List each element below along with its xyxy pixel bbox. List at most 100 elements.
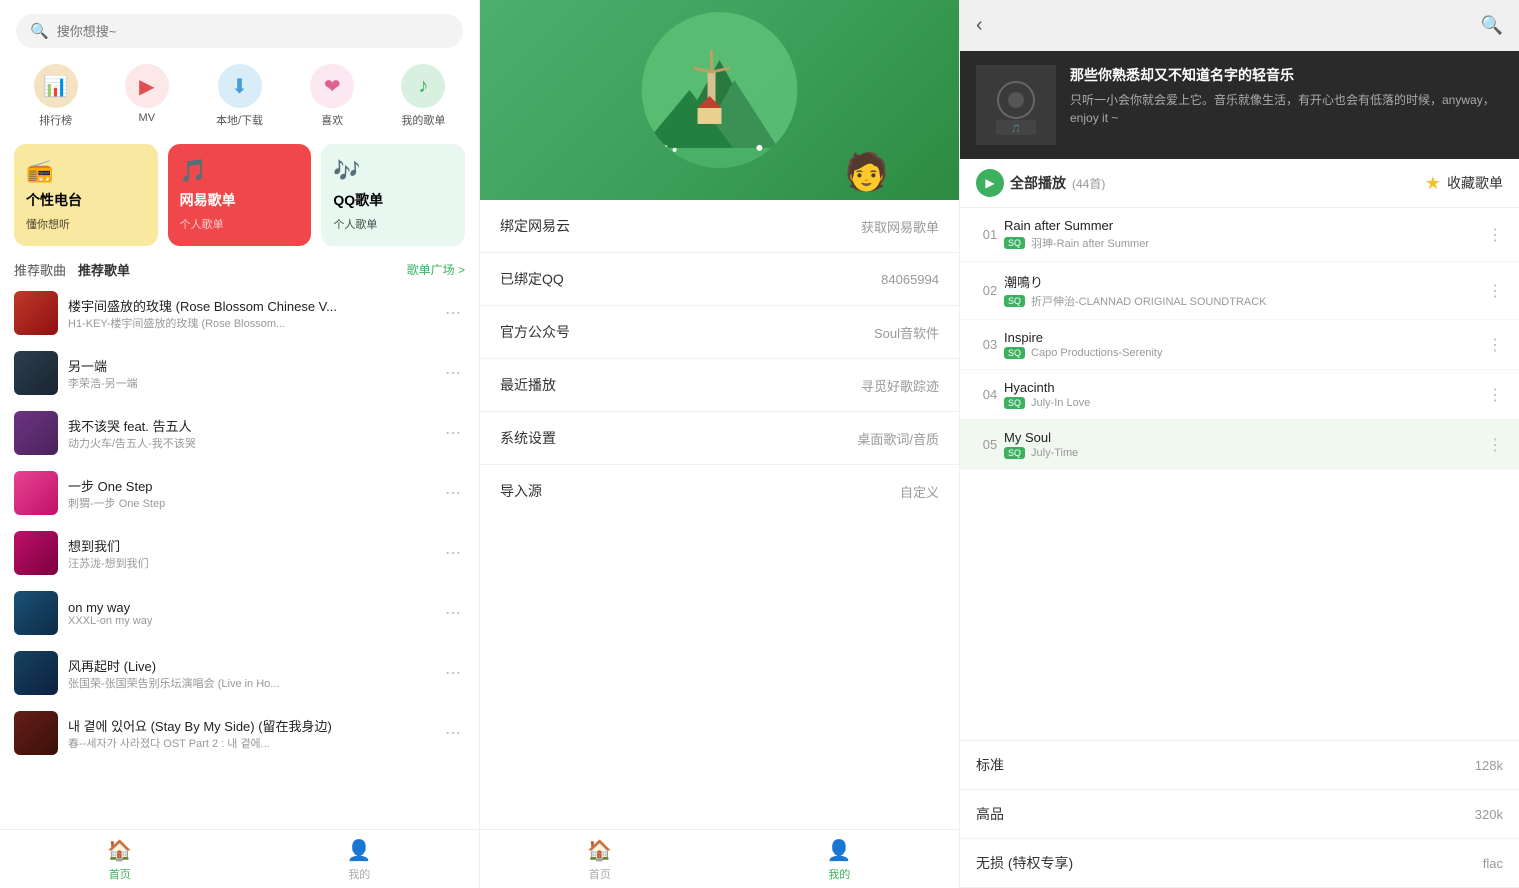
qq-title: QQ歌单 [333,190,383,210]
search-input[interactable] [57,24,449,39]
song-item-7[interactable]: 风再起时 (Live) 张国荣-张国荣告别乐坛演唱会 (Live in Ho..… [0,643,479,703]
song-item-8[interactable]: 내 곁에 있어요 (Stay By My Side) (留在我身边) 春--세자… [0,703,479,763]
playlist-qq[interactable]: 🎶 QQ歌单 个人歌单 [321,144,465,246]
collect-button[interactable]: ★ 收藏歌单 [1425,173,1503,194]
netease-sub: 个人歌单 [180,216,224,232]
right-search-icon[interactable]: 🔍 [1481,15,1503,36]
track-item-4[interactable]: 04 Hyacinth SQ July-In Love ⋮ [960,370,1519,420]
quality-high-size: 320k [1475,807,1503,822]
track-more-3[interactable]: ⋮ [1487,335,1503,355]
quality-lossless[interactable]: 无损 (特权专享) flac [960,839,1519,888]
qq-icon: 🎶 [333,158,360,184]
search-bar[interactable]: 🔍 [16,14,463,48]
track-num-4: 04 [976,387,1004,402]
right-panel: ‹ 🔍 🎵 那些你熟悉却又不知道名字的轻音乐 只听一小会你就会爱上它。音乐就像生… [960,0,1519,888]
middle-home-icon: 🏠 [587,838,612,863]
nav-icons: 📊 排行榜 ▶ MV ⬇ 本地/下载 ❤ 喜欢 ♪ 我的歌单 [0,58,479,138]
track-more-2[interactable]: ⋮ [1487,281,1503,301]
quality-standard-label: 标准 [976,755,1004,775]
track-artist-row-5: SQ July-Time [1004,447,1487,459]
song-artist-7: 张国荣-张国荣告别乐坛演唱会 (Live in Ho... [68,675,431,691]
star-icon: ★ [1425,173,1441,194]
tab-playlist[interactable]: 推荐歌单 [78,260,130,279]
track-title-4: Hyacinth [1004,380,1487,395]
track-artist-3: Capo Productions-Serenity [1031,347,1162,359]
menu-import[interactable]: 导入源 自定义 [480,465,959,515]
section-header: 推荐歌曲 推荐歌单 歌单广场 > [0,252,479,283]
nav-mysongs[interactable]: ♪ 我的歌单 [401,64,445,128]
quality-high[interactable]: 高品 320k [960,790,1519,839]
track-list: 01 Rain after Summer SQ 羽珅-Rain after Su… [960,208,1519,740]
middle-nav-mine[interactable]: 👤 我的 [720,838,960,882]
middle-home-label: 首页 [589,866,611,882]
cover-svg: 🎵 [976,65,1056,145]
song-title-6: on my way [68,600,431,615]
playlist-netease[interactable]: 🎵 网易歌单 个人歌单 [168,144,312,246]
song-thumb-4 [14,471,58,515]
menu-bound-qq[interactable]: 已绑定QQ 84065994 [480,253,959,306]
track-item-5[interactable]: 05 My Soul SQ July-Time ⋮ [960,420,1519,470]
track-item-3[interactable]: 03 Inspire SQ Capo Productions-Serenity … [960,320,1519,370]
playlist-desc: 那些你熟悉却又不知道名字的轻音乐 只听一小会你就会爱上它。音乐就像生活，有开心也… [1070,65,1503,127]
menu-recent-label: 最近播放 [500,375,556,395]
left-nav-mine[interactable]: 👤 我的 [240,838,480,882]
playlist-radio[interactable]: 📻 个性电台 懂你想听 [14,144,158,246]
track-artist-4: July-In Love [1031,397,1090,409]
menu-official-label: 官方公众号 [500,322,570,342]
song-more-7[interactable]: ⋯ [441,659,465,687]
menu-official[interactable]: 官方公众号 Soul音软件 [480,306,959,359]
menu-official-right: Soul音软件 [874,323,939,342]
nav-favorites[interactable]: ❤ 喜欢 [310,64,354,128]
right-header: ‹ 🔍 [960,0,1519,51]
playlist-cover: 🎵 [976,65,1056,145]
menu-bind-netease[interactable]: 绑定网易云 获取网易歌单 [480,200,959,253]
track-more-4[interactable]: ⋮ [1487,385,1503,405]
song-more-6[interactable]: ⋯ [441,599,465,627]
nav-mv[interactable]: ▶ MV [125,64,169,128]
song-item-5[interactable]: 想到我们 汪苏泷-想到我们 ⋯ [0,523,479,583]
song-item-3[interactable]: 我不该哭 feat. 告五人 动力火车/告五人-我不该哭 ⋯ [0,403,479,463]
song-title-1: 楼宇间盛放的玫瑰 (Rose Blossom Chinese V... [68,296,431,315]
song-more-4[interactable]: ⋯ [441,479,465,507]
song-info-1: 楼宇间盛放的玫瑰 (Rose Blossom Chinese V... H1-K… [68,296,431,331]
song-item-4[interactable]: 一步 One Step 刺猬-一步 One Step ⋯ [0,463,479,523]
track-item-1[interactable]: 01 Rain after Summer SQ 羽珅-Rain after Su… [960,208,1519,262]
song-more-1[interactable]: ⋯ [441,299,465,327]
track-more-1[interactable]: ⋮ [1487,225,1503,245]
nav-charts[interactable]: 📊 排行榜 [34,64,78,128]
song-more-8[interactable]: ⋯ [441,719,465,747]
track-item-2[interactable]: 02 潮鳴り SQ 折戸伸治-CLANNAD ORIGINAL SOUNDTRA… [960,262,1519,320]
left-nav-home[interactable]: 🏠 首页 [0,838,240,882]
playlist-row: 📻 个性电台 懂你想听 🎵 网易歌单 个人歌单 🎶 QQ歌单 个人歌单 [0,138,479,252]
back-icon[interactable]: ‹ [976,14,983,37]
radio-icon: 📻 [26,158,53,184]
menu-settings[interactable]: 系统设置 桌面歌词/音质 [480,412,959,465]
quality-standard[interactable]: 标准 128k [960,741,1519,790]
song-more-5[interactable]: ⋯ [441,539,465,567]
song-item-2[interactable]: 另一端 李荣浩-另一端 ⋯ [0,343,479,403]
song-more-3[interactable]: ⋯ [441,419,465,447]
song-item-1[interactable]: 楼宇间盛放的玫瑰 (Rose Blossom Chinese V... H1-K… [0,283,479,343]
track-more-5[interactable]: ⋮ [1487,435,1503,455]
middle-mine-label: 我的 [828,866,850,882]
section-link[interactable]: 歌单广场 > [407,261,465,278]
play-all-count: (44首) [1072,175,1105,192]
song-more-2[interactable]: ⋯ [441,359,465,387]
track-artist-row-4: SQ July-In Love [1004,397,1487,409]
netease-title: 网易歌单 [180,190,236,210]
track-artist-row-1: SQ 羽珅-Rain after Summer [1004,235,1487,251]
track-info-4: Hyacinth SQ July-In Love [1004,380,1487,409]
play-all-button[interactable]: ▶ 全部播放 (44首) [976,169,1105,197]
tab-recommend[interactable]: 推荐歌曲 [14,260,66,279]
menu-recent[interactable]: 最近播放 寻觅好歌踪迹 [480,359,959,412]
track-title-2: 潮鳴り [1004,272,1487,291]
favorites-label: 喜欢 [321,112,343,128]
middle-nav-home[interactable]: 🏠 首页 [480,838,720,882]
track-num-1: 01 [976,227,1004,242]
qq-sub: 个人歌单 [333,216,377,232]
collect-label: 收藏歌单 [1447,173,1503,193]
quality-lossless-label: 无损 (特权专享) [976,853,1073,873]
nav-local[interactable]: ⬇ 本地/下载 [216,64,263,128]
home-label: 首页 [109,866,131,882]
song-item-6[interactable]: on my way XXXL-on my way ⋯ [0,583,479,643]
